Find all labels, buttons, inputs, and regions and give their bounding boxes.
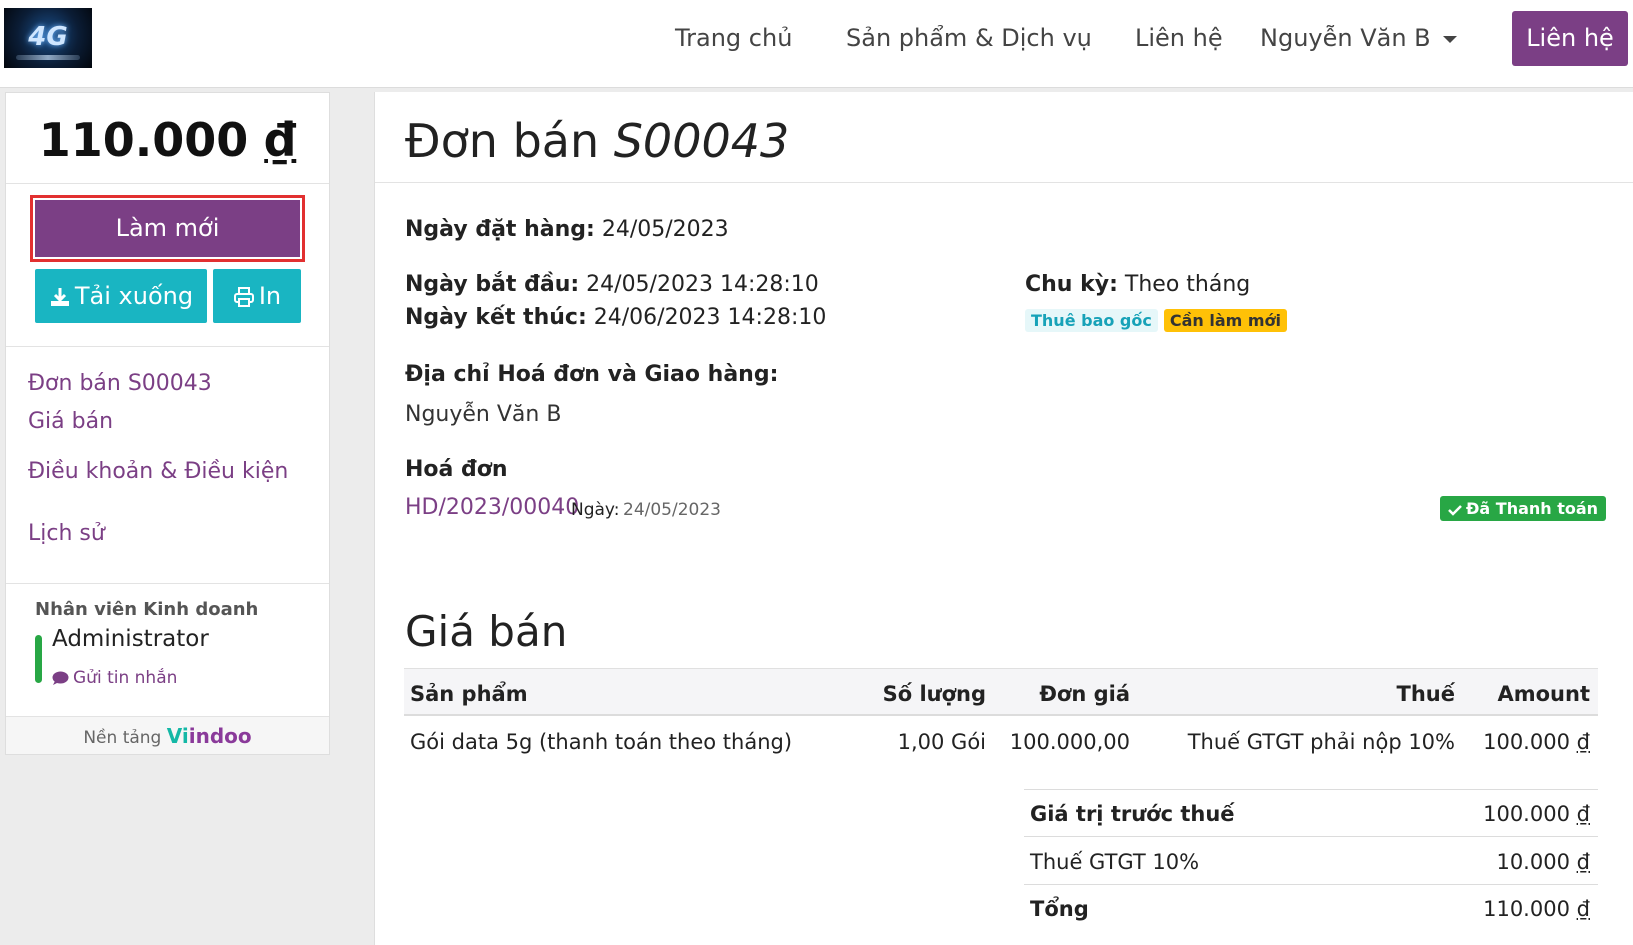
divider [6,583,329,584]
row-tax: Thuế GTGT phải nộp 10% [1187,730,1455,754]
brand-logo[interactable]: 4G [4,8,92,68]
total-amount: 110.000 [1483,897,1570,921]
title-prefix: Đơn bán [405,114,600,168]
nav-contact[interactable]: Liên hệ [1135,24,1223,52]
check-icon [1448,504,1462,516]
download-button[interactable]: Tải xuống [35,269,207,323]
sidebar-total: 110.000 ₫ [6,113,329,167]
invoice-date-value: 24/05/2023 [623,500,721,520]
sidebar-total-currency: ₫ [264,113,297,167]
nav-user-name: Nguyễn Văn B [1260,24,1431,52]
order-date-row: Ngày đặt hàng: 24/05/2023 [405,217,729,242]
viindoo-logo[interactable]: Viindoo [167,724,252,748]
root-subscription-badge: Thuê bao gốc [1025,309,1158,332]
salesperson-label: Nhân viên Kinh doanh [35,599,259,620]
needs-renewal-badge: Cần làm mới [1163,309,1288,332]
divider [1024,789,1598,790]
print-icon [233,287,254,307]
subtotal-value: 100.000 ₫ [1374,802,1590,826]
download-label: Tải xuống [74,282,194,310]
pricing-heading: Giá bán [405,607,568,656]
caret-down-icon [1442,35,1457,43]
col-quantity: Số lượng [882,682,986,706]
invoice-link[interactable]: HD/2023/00040 [405,495,579,520]
order-number: S00043 [613,114,790,168]
address-name: Nguyễn Văn B [405,402,562,427]
sidebar-link-history[interactable]: Lịch sử [28,521,105,546]
print-button[interactable]: In [213,269,301,323]
divider [6,346,329,347]
sidebar-link-pricing[interactable]: Giá bán [28,409,113,434]
order-date-value: 24/05/2023 [601,217,729,242]
total-currency: ₫ [1576,897,1590,921]
subscription-badges: Thuê bao gốc Cần làm mới [1025,309,1293,332]
print-label: In [258,282,282,310]
col-unit-price: Đơn giá [1039,682,1130,706]
tax-amount: 10.000 [1496,850,1570,874]
row-unit-price: 100.000,00 [1009,730,1130,754]
total-value: 110.000 ₫ [1374,897,1590,921]
subtotal-currency: ₫ [1576,802,1590,826]
address-heading: Địa chỉ Hoá đơn và Giao hàng: [405,362,779,387]
contact-cta-button[interactable]: Liên hệ [1512,11,1628,66]
row-amount: 100.000 ₫ [1460,730,1590,754]
col-product: Sản phẩm [410,682,528,706]
salesperson-status-bar [35,635,42,683]
divider [6,183,329,184]
end-date-value: 24/06/2023 14:28:10 [593,305,827,330]
order-date-label: Ngày đặt hàng: [405,217,595,242]
subtotal-label: Giá trị trước thuế [1030,802,1235,826]
cycle-value: Theo tháng [1124,272,1251,297]
powered-by-label: Nền tảng [83,728,162,748]
col-amount: Amount [1497,682,1590,706]
row-amount-currency: ₫ [1576,730,1590,754]
brand-rest: indoo [188,724,252,748]
salesperson-name: Administrator [52,626,209,652]
total-label: Tổng [1030,897,1089,921]
start-date-label: Ngày bắt đầu: [405,272,580,297]
invoice-heading: Hoá đơn [405,457,508,482]
row-product: Gói data 5g (thanh toán theo tháng) [410,730,793,754]
sidebar-link-terms[interactable]: Điều khoản & Điều kiện [28,459,288,484]
divider [1024,884,1598,885]
send-message-link[interactable]: Gửi tin nhắn [52,668,177,688]
start-date-value: 24/05/2023 14:28:10 [586,272,819,297]
invoice-date-label: Ngày: [571,500,620,520]
powered-by-footer: Nền tảng Viindoo [6,716,329,754]
end-date-row: Ngày kết thúc: 24/06/2023 14:28:10 [405,305,826,330]
cycle-label: Chu kỳ: [1025,272,1118,297]
logo-decoration [16,55,80,60]
brand-v: Vi [166,724,189,748]
order-sidebar: 110.000 ₫ Làm mới Tải xuống In Đơn bán S… [5,92,330,755]
tax-label: Thuế GTGT 10% [1030,850,1200,874]
paid-label: Đã Thanh toán [1466,499,1599,518]
divider [1024,836,1598,837]
row-amount-value: 100.000 [1483,730,1570,754]
row-quantity: 1,00 Gói [897,730,986,754]
sidebar-link-order[interactable]: Đơn bán S00043 [28,371,212,396]
end-date-label: Ngày kết thúc: [405,305,587,330]
nav-user-menu[interactable]: Nguyễn Văn B [1260,24,1457,52]
logo-text: 4G [28,22,68,52]
page-title: Đơn bán S00043 [405,114,789,168]
col-tax: Thuế [1396,682,1455,706]
start-date-row: Ngày bắt đầu: 24/05/2023 14:28:10 [405,272,819,297]
download-icon [50,288,69,306]
nav-products-services[interactable]: Sản phẩm & Dịch vụ [846,24,1092,52]
chat-bubble-icon [52,671,69,685]
send-message-label: Gửi tin nhắn [73,668,178,688]
divider [375,182,1633,183]
top-navbar: 4G Trang chủ Sản phẩm & Dịch vụ Liên hệ … [0,0,1633,88]
tax-value: 10.000 ₫ [1374,850,1590,874]
paid-status-badge: Đã Thanh toán [1440,496,1607,521]
renew-button[interactable]: Làm mới [35,200,300,257]
tax-currency: ₫ [1576,850,1590,874]
sidebar-total-amount: 110.000 [38,113,249,167]
cycle-row: Chu kỳ: Theo tháng [1025,272,1250,297]
subtotal-amount: 100.000 [1483,802,1570,826]
nav-home[interactable]: Trang chủ [675,24,792,52]
